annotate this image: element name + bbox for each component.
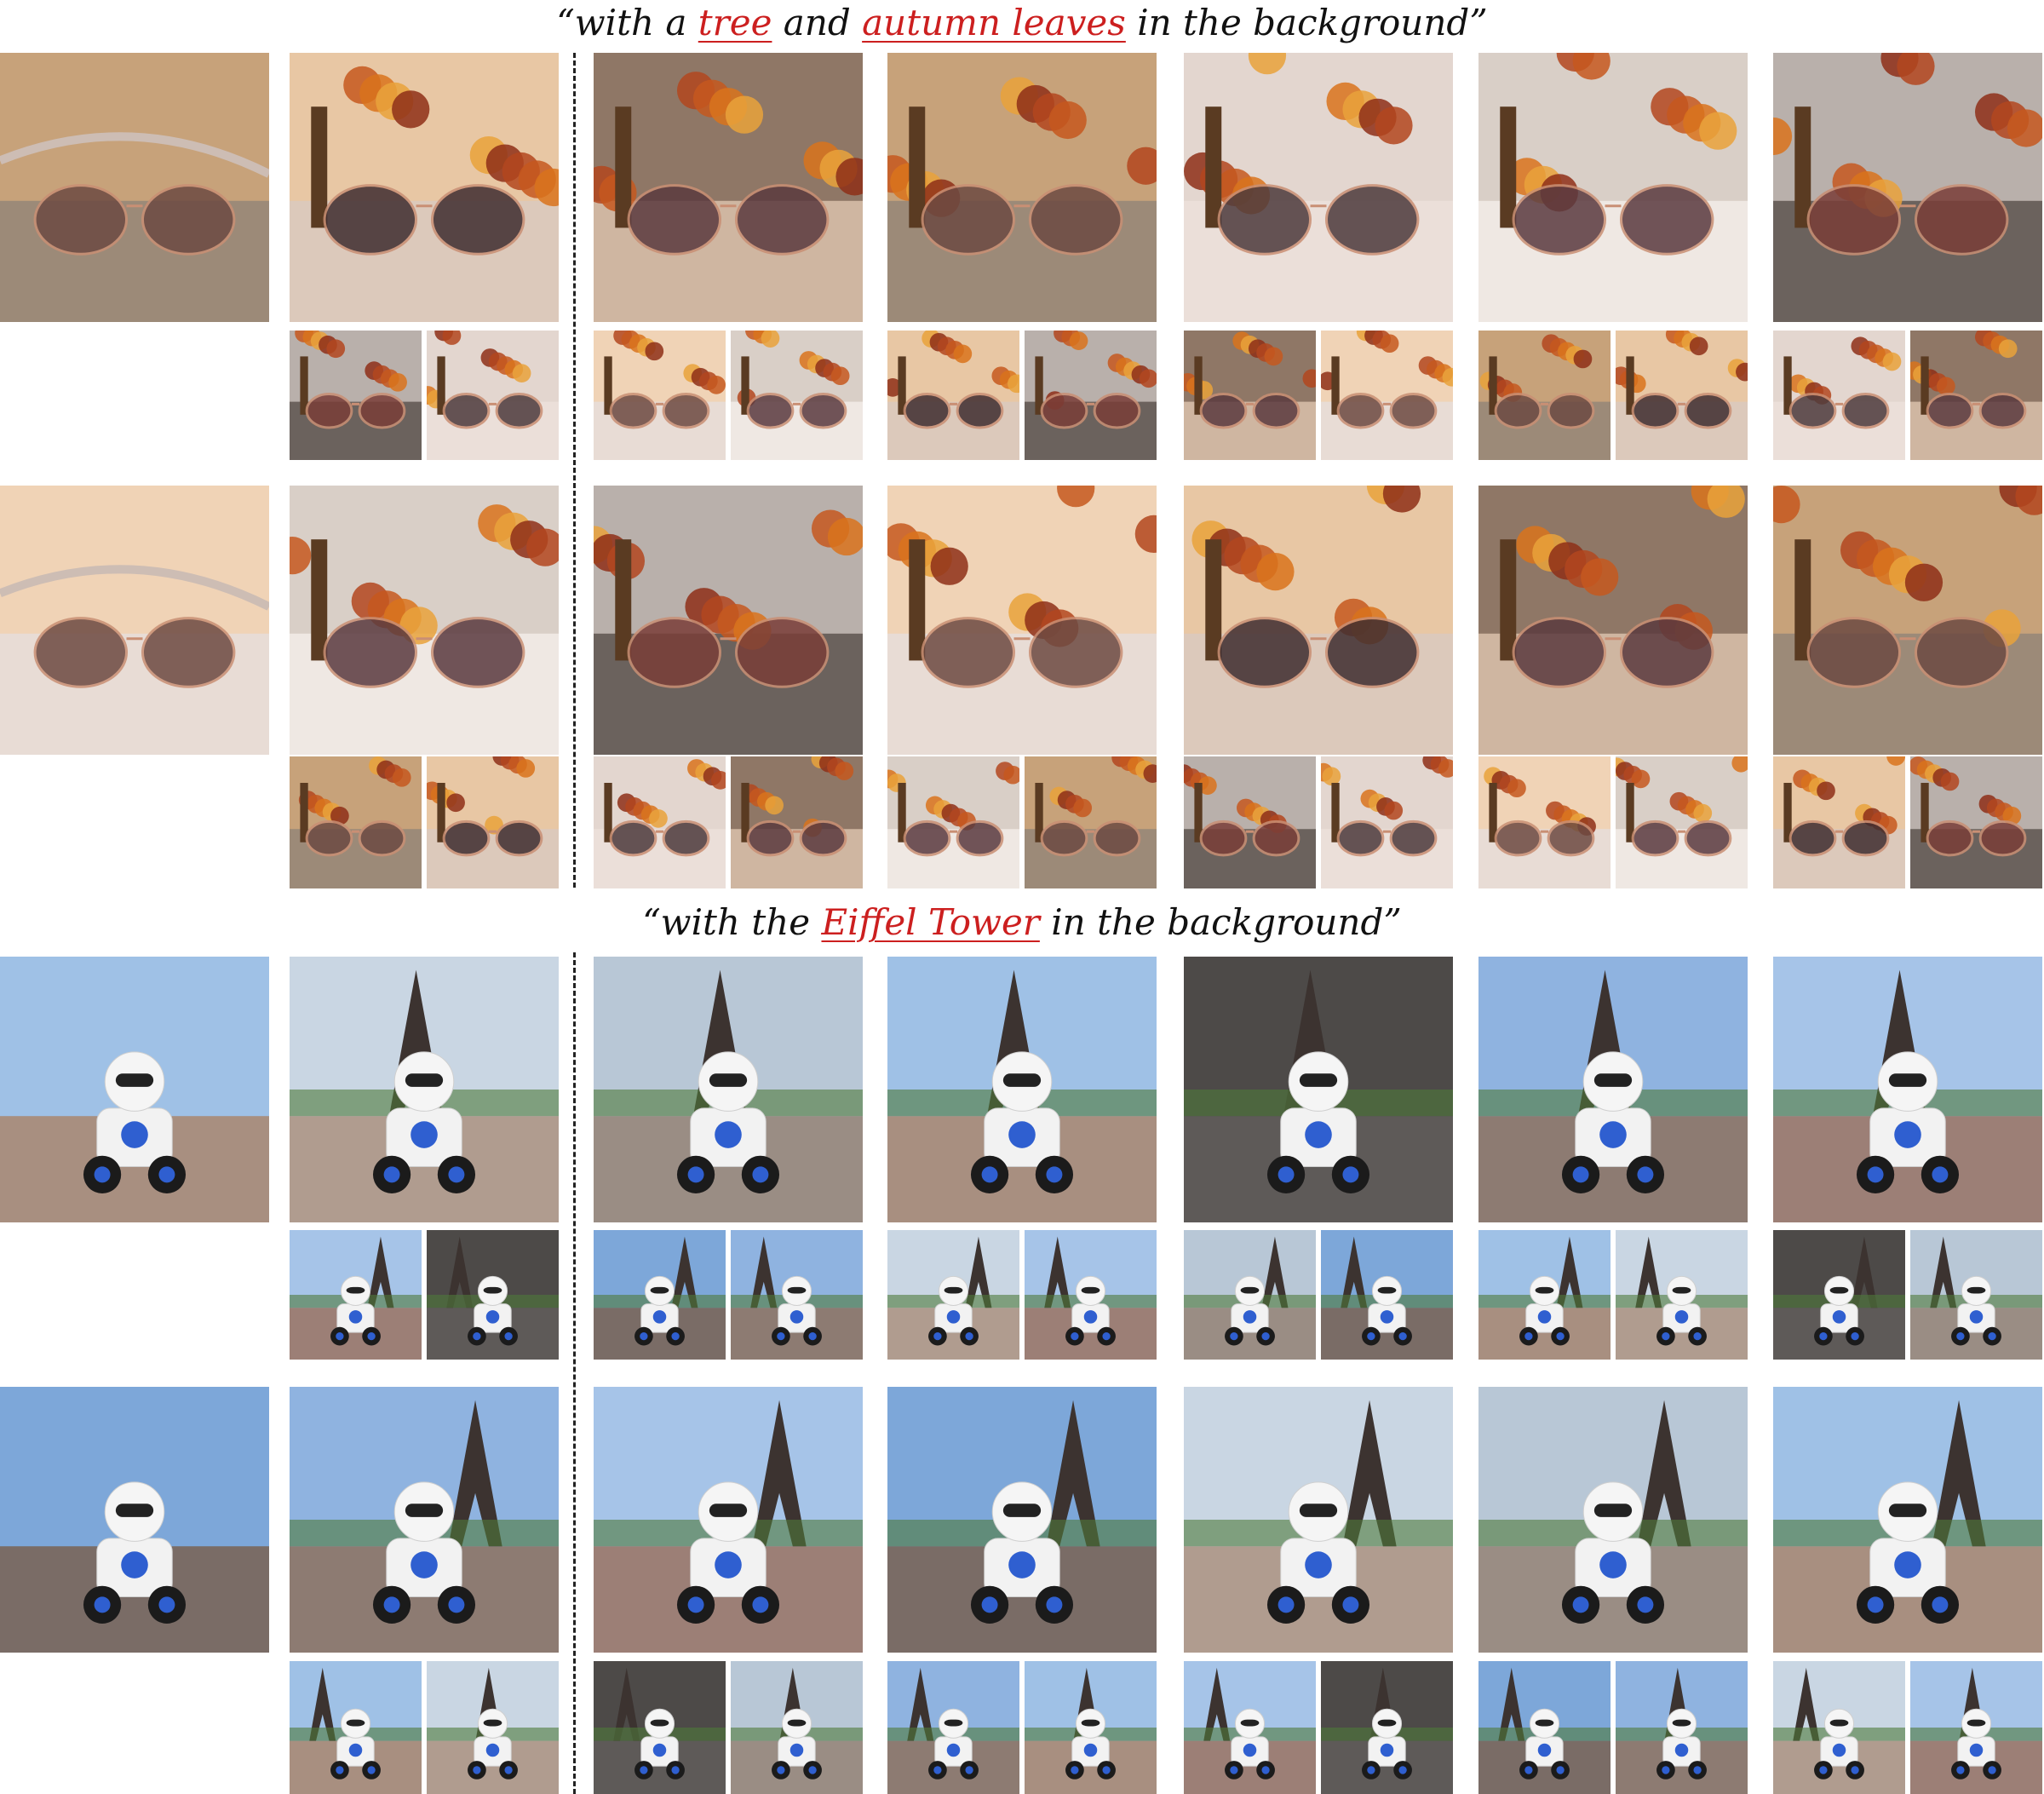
- sunglasses-photo-row1-col6: [1478, 53, 1748, 322]
- sunglasses-thumb-row1-col3-a: [594, 331, 726, 460]
- robot-thumb-row3-col5-a: [1184, 1230, 1316, 1360]
- sunglasses-thumb-row2-col6-a: [1478, 756, 1611, 888]
- sunglasses-thumb-row1-col2-b: [427, 331, 559, 460]
- robot-photo-row3-col1: [0, 957, 269, 1222]
- caption-autumn: “with a tree and autumn leaves in the ba…: [0, 2, 2044, 43]
- robot-photo-row3-col4: [887, 957, 1157, 1222]
- sunglasses-photo-row2-col3: [594, 486, 863, 755]
- robot-photo-row3-col3: [594, 957, 863, 1222]
- divider-top: [573, 53, 576, 888]
- robot-thumb-row4-col2-b: [427, 1661, 559, 1794]
- robot-thumb-row4-col7-b: [1910, 1661, 2042, 1794]
- robot-photo-row4-col7: [1773, 1387, 2042, 1653]
- sunglasses-thumb-row2-col2-a: [290, 756, 422, 888]
- sunglasses-thumb-row1-col6-a: [1478, 331, 1611, 460]
- sunglasses-thumb-row2-col7-a: [1773, 756, 1905, 888]
- sunglasses-thumb-row1-col7-b: [1910, 331, 2042, 460]
- caption-suffix: in the background”: [1039, 901, 1402, 943]
- robot-photo-row4-col1: [0, 1387, 269, 1653]
- caption-eiffel: “with the Eiffel Tower in the background…: [0, 901, 2044, 943]
- robot-thumb-row3-col3-b: [731, 1230, 863, 1360]
- sunglasses-thumb-row2-col3-a: [594, 756, 726, 888]
- sunglasses-photo-row1-col5: [1184, 53, 1453, 322]
- divider-bottom: [573, 952, 576, 1794]
- robot-thumb-row3-col5-b: [1321, 1230, 1453, 1360]
- caption-suffix: in the background”: [1125, 2, 1488, 43]
- sunglasses-photo-row2-col5: [1184, 486, 1453, 755]
- sunglasses-thumb-row2-col5-a: [1184, 756, 1316, 888]
- sunglasses-thumb-row1-col7-a: [1773, 331, 1905, 460]
- sunglasses-photo-row2-col7: [1773, 486, 2042, 755]
- robot-photo-row3-col6: [1478, 957, 1748, 1222]
- sunglasses-thumb-row1-col5-b: [1321, 331, 1453, 460]
- sunglasses-photo-row2-col6: [1478, 486, 1748, 755]
- robot-photo-row4-col4: [887, 1387, 1157, 1653]
- sunglasses-photo-row1-col3: [594, 53, 863, 322]
- caption-highlight-tree: tree: [698, 2, 772, 43]
- robot-thumb-row4-col6-a: [1478, 1661, 1611, 1794]
- robot-thumb-row3-col4-a: [887, 1230, 1019, 1360]
- sunglasses-thumb-row1-col4-a: [887, 331, 1019, 460]
- sunglasses-thumb-row2-col7-b: [1910, 756, 2042, 888]
- robot-thumb-row3-col6-a: [1478, 1230, 1611, 1360]
- sunglasses-thumb-row1-col4-b: [1025, 331, 1157, 460]
- sunglasses-thumb-row2-col5-b: [1321, 756, 1453, 888]
- sunglasses-photo-row1-col1: [0, 53, 269, 322]
- sunglasses-photo-row1-col4: [887, 53, 1157, 322]
- robot-thumb-row4-col3-b: [731, 1661, 863, 1794]
- sunglasses-thumb-row1-col3-b: [731, 331, 863, 460]
- robot-thumb-row4-col4-b: [1025, 1661, 1157, 1794]
- caption-highlight-eiffel: Eiffel Tower: [821, 901, 1040, 943]
- robot-thumb-row3-col2-b: [427, 1230, 559, 1360]
- robot-thumb-row4-col2-a: [290, 1661, 422, 1794]
- robot-photo-row4-col3: [594, 1387, 863, 1653]
- robot-photo-row4-col5: [1184, 1387, 1453, 1653]
- robot-thumb-row4-col4-a: [887, 1661, 1019, 1794]
- sunglasses-photo-row2-col2: [290, 486, 559, 755]
- sunglasses-photo-row1-col2: [290, 53, 559, 322]
- caption-prefix: “with the: [642, 901, 822, 943]
- caption-mid: and: [772, 2, 863, 43]
- sunglasses-thumb-row2-col4-a: [887, 756, 1019, 888]
- sunglasses-thumb-row2-col3-b: [731, 756, 863, 888]
- sunglasses-thumb-row1-col6-b: [1616, 331, 1748, 460]
- robot-photo-row4-col2: [290, 1387, 559, 1653]
- robot-thumb-row4-col6-b: [1616, 1661, 1748, 1794]
- sunglasses-thumb-row2-col2-b: [427, 756, 559, 888]
- caption-highlight-leaves: autumn leaves: [862, 2, 1126, 43]
- robot-thumb-row4-col5-a: [1184, 1661, 1316, 1794]
- robot-thumb-row4-col3-a: [594, 1661, 726, 1794]
- robot-thumb-row3-col4-b: [1025, 1230, 1157, 1360]
- sunglasses-photo-row2-col1: [0, 486, 269, 755]
- sunglasses-thumb-row2-col6-b: [1616, 756, 1748, 888]
- sunglasses-thumb-row1-col2-a: [290, 331, 422, 460]
- robot-photo-row3-col7: [1773, 957, 2042, 1222]
- robot-thumb-row4-col7-a: [1773, 1661, 1905, 1794]
- robot-photo-row3-col5: [1184, 957, 1453, 1222]
- sunglasses-thumb-row1-col5-a: [1184, 331, 1316, 460]
- sunglasses-photo-row2-col4: [887, 486, 1157, 755]
- robot-photo-row4-col6: [1478, 1387, 1748, 1653]
- sunglasses-photo-row1-col7: [1773, 53, 2042, 322]
- robot-thumb-row3-col2-a: [290, 1230, 422, 1360]
- robot-photo-row3-col2: [290, 957, 559, 1222]
- robot-thumb-row4-col5-b: [1321, 1661, 1453, 1794]
- robot-thumb-row3-col7-b: [1910, 1230, 2042, 1360]
- sunglasses-thumb-row2-col4-b: [1025, 756, 1157, 888]
- robot-thumb-row3-col3-a: [594, 1230, 726, 1360]
- caption-prefix: “with a: [556, 2, 698, 43]
- robot-thumb-row3-col6-b: [1616, 1230, 1748, 1360]
- robot-thumb-row3-col7-a: [1773, 1230, 1905, 1360]
